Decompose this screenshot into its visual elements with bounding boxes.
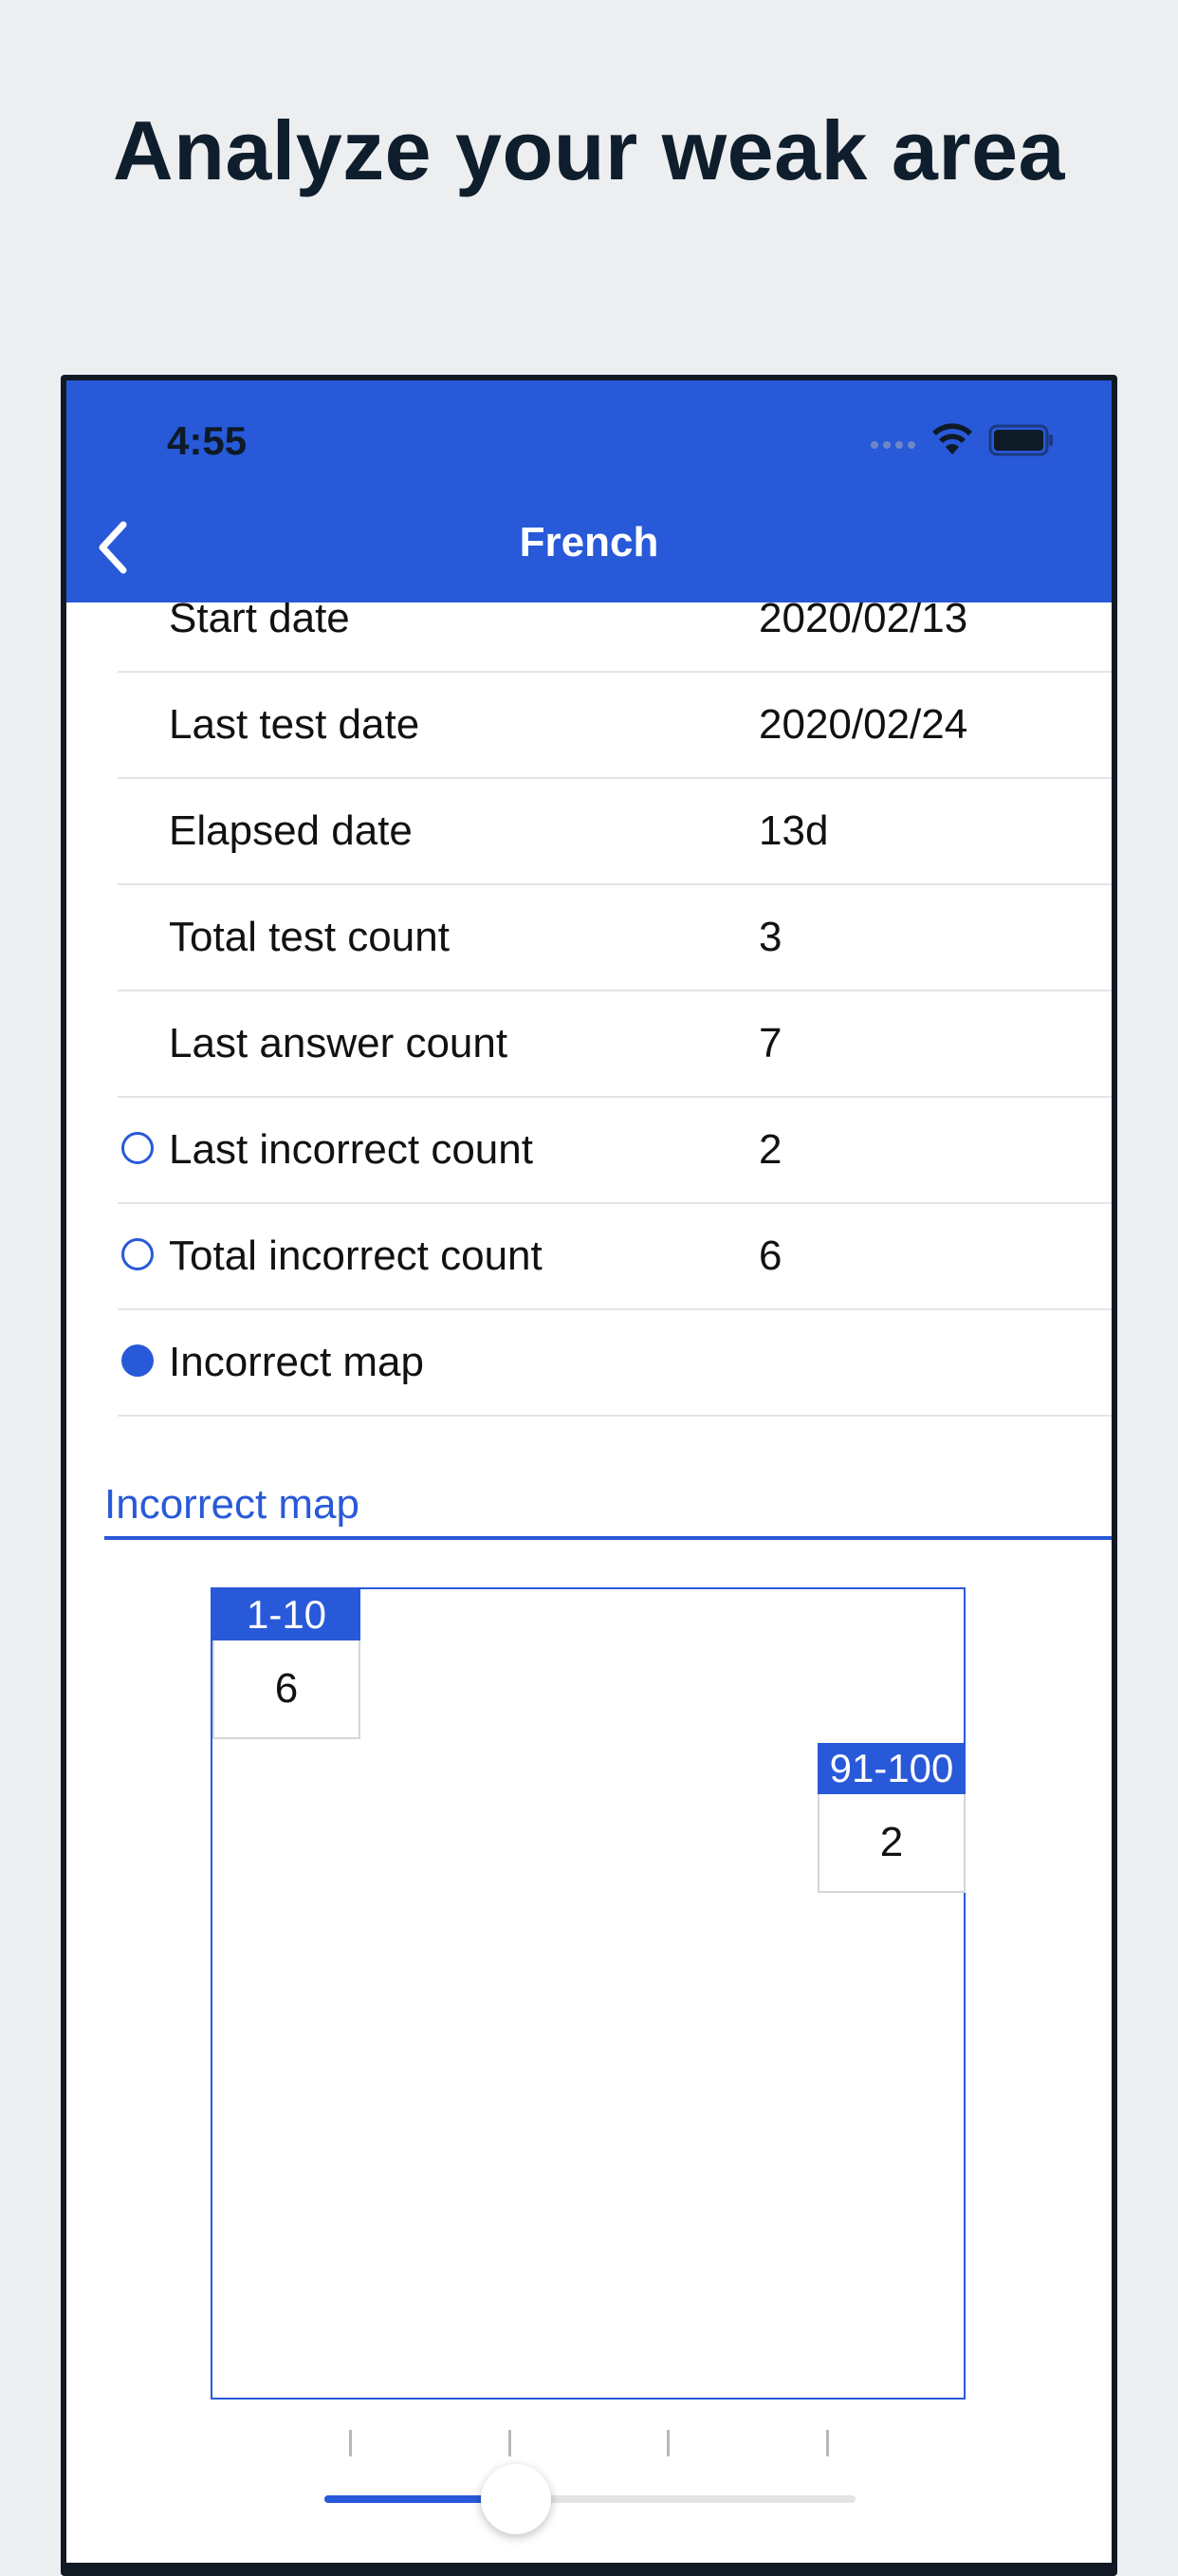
slider-tick [349, 2430, 352, 2456]
stat-label: Incorrect map [169, 1339, 424, 1385]
map-cell-range: 91-100 [818, 1743, 966, 1794]
nav-bar: 4:55 French [66, 380, 1112, 602]
map-cell-count: 2 [818, 1794, 966, 1893]
map-cell[interactable]: 1-10 6 [212, 1589, 360, 1739]
stat-label: Last test date [169, 701, 420, 748]
stat-value: 6 [759, 1232, 782, 1279]
unselected-radio-icon[interactable] [121, 1238, 154, 1270]
stat-row-incorrect-map[interactable]: Incorrect map [118, 1308, 1112, 1417]
slider-thumb[interactable] [480, 2464, 551, 2534]
stat-value: 2 [759, 1126, 782, 1173]
stat-row-total-test-count: Total test count 3 [118, 883, 1112, 991]
stat-row-elapsed-date: Elapsed date 13d [118, 777, 1112, 885]
stat-row-last-test-date: Last test date 2020/02/24 [118, 671, 1112, 779]
stat-value: 2020/02/24 [759, 701, 968, 748]
signal-icon [871, 441, 915, 449]
battery-icon [988, 424, 1053, 456]
unselected-radio-icon[interactable] [121, 1132, 154, 1164]
stat-row-last-incorrect-count[interactable]: Last incorrect count 2 [118, 1096, 1112, 1204]
status-time: 4:55 [167, 418, 248, 463]
stat-value: 13d [759, 807, 829, 854]
stat-value: 7 [759, 1020, 782, 1066]
nav-title: French [519, 519, 659, 565]
stat-label: Elapsed date [169, 807, 413, 854]
headline: Analyze your weak area [113, 103, 1065, 197]
stat-label: Total test count [169, 914, 450, 960]
stat-row-total-incorrect-count[interactable]: Total incorrect count 6 [118, 1202, 1112, 1310]
section-divider [104, 1536, 1112, 1540]
map-cell[interactable]: 91-100 2 [818, 1743, 966, 1893]
stat-value: 3 [759, 914, 782, 960]
stat-label: Total incorrect count [169, 1232, 543, 1279]
incorrect-map-title: Incorrect map [104, 1481, 359, 1528]
selected-radio-icon[interactable] [121, 1344, 154, 1377]
stats-content: Start date 2020/02/13 Last test date 202… [66, 380, 1112, 2563]
stat-label: Last answer count [169, 1020, 508, 1066]
map-cell-range: 1-10 [212, 1589, 360, 1640]
slider-tick [667, 2430, 670, 2456]
stat-label: Last incorrect count [169, 1126, 533, 1173]
map-slider[interactable] [324, 2464, 856, 2534]
phone-screen: Start date 2020/02/13 Last test date 202… [66, 380, 1112, 2563]
wifi-icon [932, 423, 972, 454]
stat-row-last-answer-count: Last answer count 7 [118, 990, 1112, 1098]
map-cell-count: 6 [212, 1640, 360, 1739]
incorrect-map-grid: 1-10 6 91-100 2 [211, 1587, 966, 2400]
slider-ticks [66, 2430, 1112, 2458]
slider-tick [826, 2430, 829, 2456]
slider-tick [508, 2430, 511, 2456]
